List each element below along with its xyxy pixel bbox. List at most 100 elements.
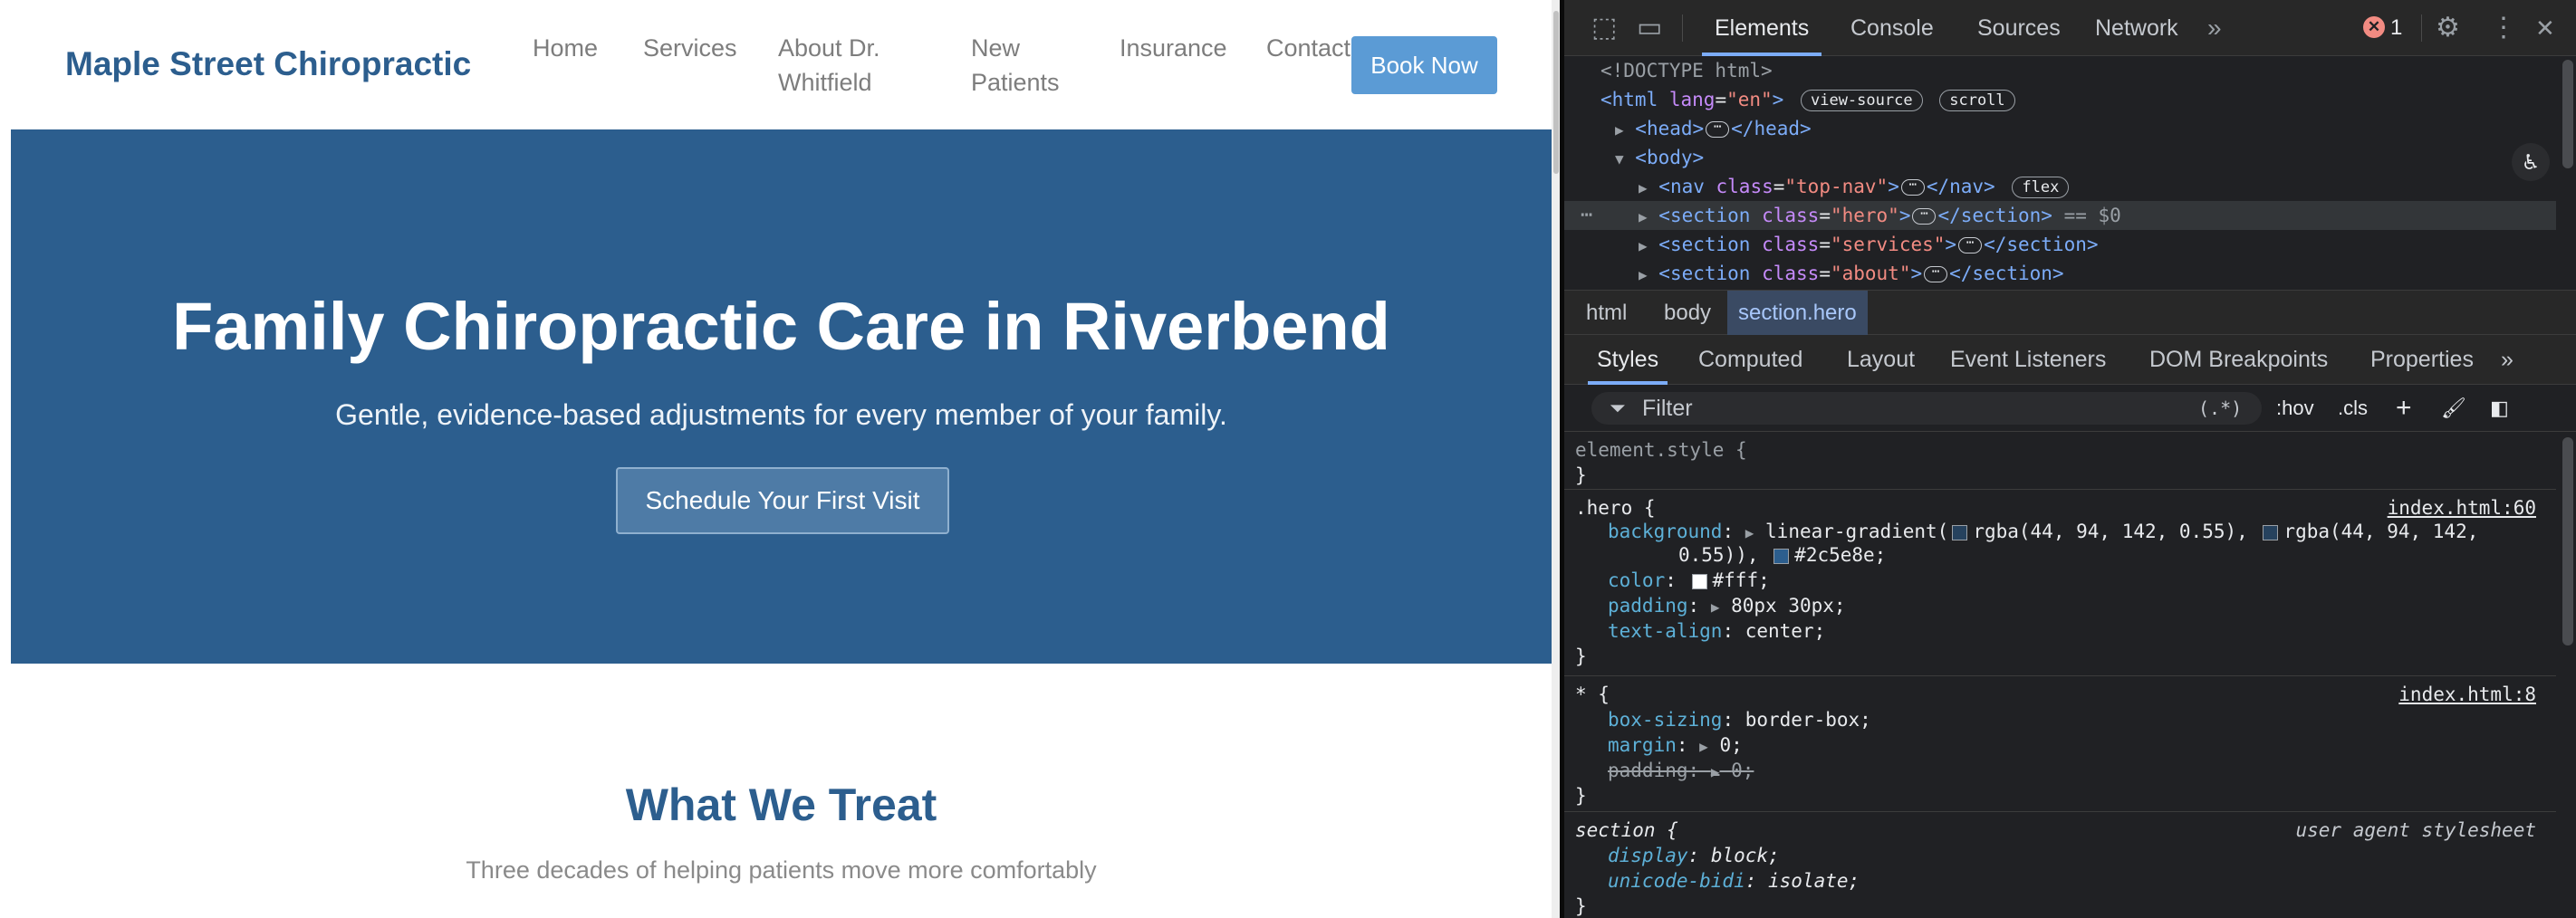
universal-selector[interactable]: * { (1575, 682, 1610, 707)
scroll-badge[interactable]: scroll (1939, 90, 2015, 111)
universal-source-link[interactable]: index.html:8 (2398, 682, 2536, 707)
inspect-element-icon[interactable]: ⬚ (1591, 0, 1617, 56)
hero-text-align-decl[interactable]: text-align: center; (1608, 618, 1825, 644)
new-rule-plus-icon[interactable]: + (2396, 385, 2412, 432)
tab-layout[interactable]: Layout (1847, 335, 1915, 385)
expand-triangle-icon[interactable]: ▶ (1639, 179, 1648, 196)
collapsed-ellipsis-icon[interactable]: ⋯ (1706, 120, 1730, 138)
nav-link-about-line2: Whitfield (778, 69, 872, 96)
hover-state-toggle[interactable]: :hov (2276, 385, 2314, 432)
hero-source-link[interactable]: index.html:60 (2388, 495, 2536, 521)
device-toolbar-icon[interactable]: ▭ (1637, 0, 1662, 56)
expand-triangle-icon[interactable]: ▶ (1639, 208, 1648, 225)
close-devtools-icon[interactable]: ✕ (2535, 0, 2555, 56)
expand-triangle-icon[interactable]: ▶ (1745, 524, 1754, 541)
regex-toggle[interactable]: (.*) (2198, 392, 2242, 425)
filter-funnel-icon: ⏷ (1610, 397, 1626, 419)
error-icon[interactable]: ✕ (2363, 16, 2385, 38)
prop-name: margin (1608, 734, 1677, 756)
tab-network[interactable]: Network (2095, 0, 2178, 56)
breadcrumb-section-hero[interactable]: section.hero (1727, 291, 1868, 336)
view-source-badge[interactable]: view-source (1800, 90, 1923, 111)
tab-event-listeners[interactable]: Event Listeners (1950, 335, 2106, 385)
color-swatch-icon[interactable] (1773, 548, 1790, 564)
color-swatch-icon[interactable] (2263, 524, 2279, 540)
styles-filter-input[interactable]: ⏷ Filter (.*) (1591, 392, 2262, 425)
box-sizing-decl[interactable]: box-sizing: border-box; (1608, 707, 1871, 732)
prop-value: 0; (1731, 760, 1754, 781)
class-toggle[interactable]: .cls (2338, 385, 2368, 432)
collapsed-ellipsis-icon[interactable]: ⋯ (1924, 265, 1948, 282)
color-swatch-icon[interactable] (1952, 524, 1968, 540)
accessibility-icon[interactable]: ♿ (2512, 143, 2550, 181)
color-swatch-icon[interactable] (1691, 573, 1707, 589)
breadcrumb-html[interactable]: html (1575, 291, 1638, 336)
nav-link-services[interactable]: Services (643, 31, 737, 65)
nav-link-contact[interactable]: Contact (1266, 31, 1350, 65)
unicode-bidi-decl[interactable]: unicode-bidi: isolate; (1608, 868, 1860, 894)
expand-triangle-icon[interactable]: ▶ (1615, 121, 1624, 139)
tab-styles[interactable]: Styles (1587, 335, 1668, 385)
expand-triangle-icon[interactable]: ▶ (1699, 738, 1708, 755)
tab-dom-breakpoints[interactable]: DOM Breakpoints (2149, 335, 2328, 385)
expand-triangle-icon[interactable]: ▶ (1639, 266, 1648, 283)
toggle-sidebar-icon[interactable]: ◧ (2490, 385, 2509, 432)
tab-sources[interactable]: Sources (1977, 0, 2061, 56)
tab-computed[interactable]: Computed (1698, 335, 1802, 385)
doctype-text: <!DOCTYPE html> (1600, 60, 1773, 81)
prop-value: block; (1710, 845, 1780, 866)
collapse-triangle-icon[interactable]: ▼ (1615, 150, 1624, 167)
dom-head[interactable]: ▶ <head> ⋯ </head> (1615, 114, 1812, 143)
prop-name: text-align (1608, 620, 1723, 642)
nav-link-insurance[interactable]: Insurance (1120, 31, 1227, 65)
more-tabs-icon[interactable]: » (2207, 0, 2222, 56)
dom-section-about[interactable]: ▶ <section class="about"> ⋯ </section> (1639, 259, 2064, 288)
nav-link-home[interactable]: Home (533, 31, 598, 65)
expand-triangle-icon[interactable]: ▶ (1711, 598, 1720, 616)
display-decl[interactable]: display: block; (1608, 843, 1780, 868)
book-now-button[interactable]: Book Now (1351, 36, 1497, 94)
styles-scrollbar[interactable] (2562, 437, 2573, 645)
hero-background-decl[interactable]: background: ▶ linear-gradient(rgba(44, 9… (1608, 519, 2478, 544)
collapsed-ellipsis-icon[interactable]: ⋯ (1900, 178, 1925, 196)
more-options-icon[interactable]: ⋯ (1581, 201, 1592, 230)
class-attr: class (1704, 176, 1773, 197)
expand-triangle-icon[interactable]: ▶ (1711, 763, 1720, 780)
kebab-menu-icon[interactable]: ⋮ (2490, 0, 2517, 56)
dom-doctype[interactable]: <!DOCTYPE html> (1600, 56, 1773, 85)
dom-section-hero-selected[interactable]: ⋯ ▶ <section class="hero"> ⋯ </section> ==… (1564, 201, 2556, 230)
tab-console[interactable]: Console (1850, 0, 1934, 56)
more-subtabs-icon[interactable]: » (2501, 335, 2514, 385)
dom-section-services[interactable]: ▶ <section class="services"> ⋯ </section> (1639, 230, 2099, 259)
page-scrollbar-thumb[interactable] (1553, 11, 1559, 174)
prop-value: isolate; (1768, 870, 1860, 892)
hero-color-decl[interactable]: color: #fff; (1608, 568, 1770, 593)
dom-html[interactable]: <html lang="en"> view-source scroll (1600, 85, 2015, 114)
brand-logo[interactable]: Maple Street Chiropractic (65, 45, 471, 83)
margin-decl[interactable]: margin: ▶ 0; (1608, 732, 1743, 758)
tab-elements[interactable]: Elements (1701, 0, 1822, 56)
settings-gear-icon[interactable]: ⚙ (2436, 0, 2460, 56)
hero-selector[interactable]: .hero { (1575, 495, 1656, 521)
tab-properties[interactable]: Properties (2370, 335, 2474, 385)
collapsed-ellipsis-icon[interactable]: ⋯ (1958, 236, 1983, 253)
section-selector[interactable]: section { (1575, 818, 1678, 843)
paint-brush-icon[interactable]: 🖌 (2441, 385, 2466, 432)
dom-nav[interactable]: ▶ <nav class="top-nav"> ⋯ </nav> flex (1639, 172, 2070, 201)
flex-badge[interactable]: flex (2012, 177, 2070, 198)
class-attr: class (1750, 263, 1820, 284)
element-style-selector[interactable]: element.style { (1575, 437, 1747, 463)
dom-body[interactable]: ▼ <body> (1615, 143, 1704, 172)
breadcrumb-body[interactable]: body (1653, 291, 1722, 336)
nav-link-new-patients[interactable]: New Patients (971, 31, 1060, 100)
hero-padding-decl[interactable]: padding: ▶ 80px 30px; (1608, 593, 1846, 618)
dom-tree-scrollbar[interactable] (2562, 60, 2573, 168)
padding-decl-overridden[interactable]: padding: ▶ 0; (1608, 758, 1754, 783)
collapsed-ellipsis-icon[interactable]: ⋯ (1912, 207, 1937, 225)
error-count[interactable]: 1 (2390, 0, 2402, 56)
nav-link-about[interactable]: About Dr. Whitfield (778, 31, 880, 100)
schedule-visit-button[interactable]: Schedule Your First Visit (616, 467, 949, 534)
prop-name: padding (1608, 595, 1688, 617)
expand-triangle-icon[interactable]: ▶ (1639, 237, 1648, 254)
html-lang-val: "en" (1726, 89, 1773, 110)
